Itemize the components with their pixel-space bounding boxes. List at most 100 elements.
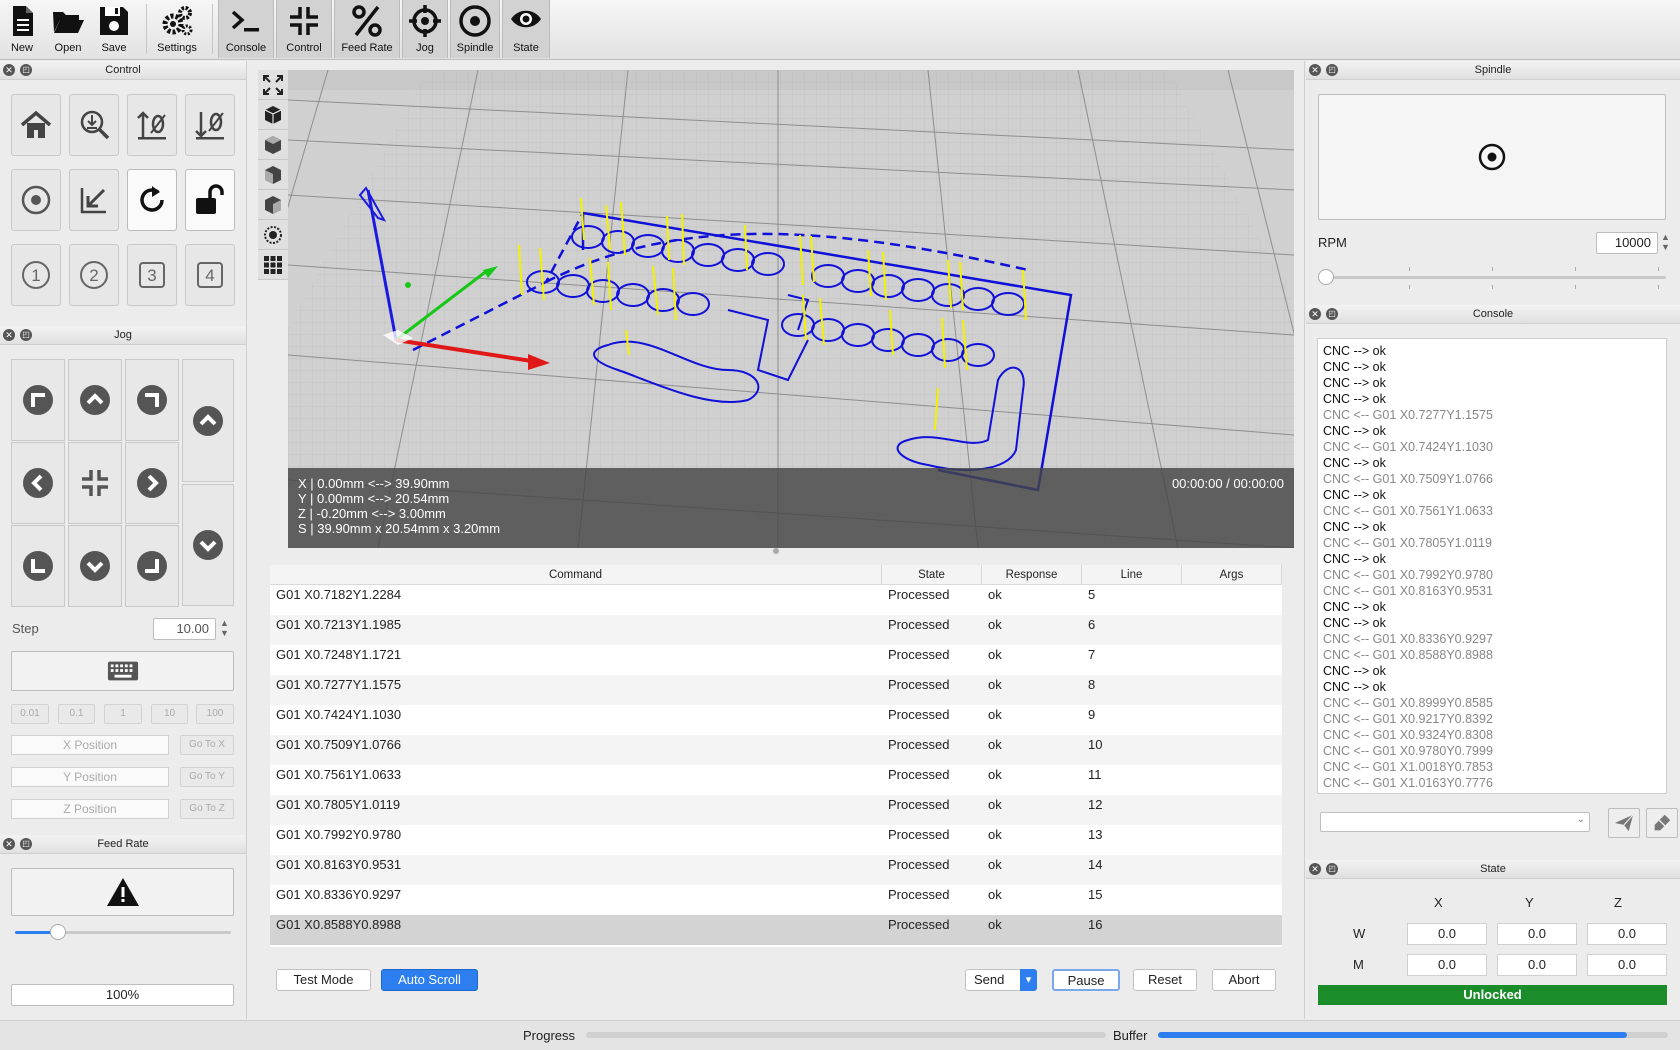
save-button[interactable]: Save [92,0,136,58]
step-preset-10[interactable]: 10 [151,704,188,724]
keyboard-jog-button[interactable] [11,651,234,691]
close-icon[interactable]: ✕ [1309,64,1321,76]
chevron-down-icon[interactable]: ⌄ [1577,814,1585,825]
jog-up-button[interactable] [68,359,122,441]
table-row[interactable]: G01 X0.7277Y1.1575 Processed ok 8 [270,675,1282,705]
step-spinner-icon[interactable]: ▲ ▼ [220,618,229,638]
zero-z-up-button[interactable] [127,94,177,156]
left-splitter[interactable] [246,61,247,1019]
table-row[interactable]: G01 X0.7561Y1.0633 Processed ok 11 [270,765,1282,795]
new-button[interactable]: New [2,0,42,58]
column-header-response[interactable]: Response [982,565,1082,585]
x-position-input[interactable]: X Position [11,735,169,755]
toggle-grid-button[interactable] [258,250,288,280]
spindle-toggle-area[interactable] [1318,94,1666,220]
float-icon[interactable]: ◰ [1326,863,1338,875]
probe-button[interactable] [69,94,119,156]
reset-program-button[interactable]: Reset [1133,969,1197,991]
pause-button[interactable]: Pause [1052,969,1120,991]
spindle-toggle-button[interactable]: Spindle [450,0,500,58]
zero-z-down-button[interactable] [185,94,235,156]
feed-rate-toggle-button[interactable]: Feed Rate [334,0,400,58]
table-row[interactable]: G01 X0.7509Y1.0766 Processed ok 10 [270,735,1282,765]
console-command-input[interactable]: ⌄ [1320,812,1590,832]
goto-x-button[interactable]: Go To X [180,735,234,755]
close-icon[interactable]: ✕ [3,838,15,850]
jog-z-down-button[interactable] [182,484,234,606]
macro-2-button[interactable]: 2 [69,244,119,306]
send-dropdown-chevron-icon[interactable]: ▾ [1020,969,1037,991]
jog-z-up-button[interactable] [182,359,234,482]
step-preset-100[interactable]: 100 [196,704,234,724]
left-view-button[interactable] [258,190,288,220]
table-row[interactable]: G01 X0.8588Y0.8988 Processed ok 16 [270,915,1282,945]
viewport-splitter-handle[interactable] [773,548,779,554]
float-icon[interactable]: ◰ [20,329,32,341]
macro-1-button[interactable]: 1 [11,244,61,306]
unlock-button[interactable] [185,169,235,231]
auto-scroll-button[interactable]: Auto Scroll [381,969,478,991]
table-row[interactable]: G01 X0.7992Y0.9780 Processed ok 13 [270,825,1282,855]
home-button[interactable] [11,94,61,156]
table-row[interactable]: G01 X0.7248Y1.1721 Processed ok 7 [270,645,1282,675]
iso-view-button[interactable] [258,100,288,130]
table-row[interactable]: G01 X0.7805Y1.0119 Processed ok 12 [270,795,1282,825]
rpm-input[interactable]: 10000 [1596,232,1658,254]
right-splitter[interactable] [1304,61,1305,1019]
table-row[interactable]: G01 X0.8163Y0.9531 Processed ok 14 [270,855,1282,885]
table-row[interactable]: G01 X0.7424Y1.1030 Processed ok 9 [270,705,1282,735]
spindle-center-button[interactable] [11,169,61,231]
feed-slider-handle[interactable] [50,924,67,940]
state-toggle-button[interactable]: State [502,0,550,58]
jog-up-left-button[interactable] [11,359,65,441]
jog-down-right-button[interactable] [125,525,179,607]
table-row[interactable]: G01 X0.7213Y1.1985 Processed ok 6 [270,615,1282,645]
toggle-tool-button[interactable] [258,220,288,250]
step-preset-0.1[interactable]: 0.1 [58,704,95,724]
control-toggle-button[interactable]: Control [276,0,332,58]
float-icon[interactable]: ◰ [1326,308,1338,320]
column-header-args[interactable]: Args [1182,565,1282,585]
step-preset-0.01[interactable]: 0.01 [11,704,49,724]
jog-down-left-button[interactable] [11,525,65,607]
y-position-input[interactable]: Y Position [11,767,169,787]
jog-down-button[interactable] [68,525,122,607]
top-view-button[interactable] [258,130,288,160]
test-mode-button[interactable]: Test Mode [276,969,371,991]
restore-origin-button[interactable] [69,169,119,231]
step-input[interactable]: 10.00 [153,618,216,640]
open-button[interactable]: Open [46,0,90,58]
front-view-button[interactable] [258,160,288,190]
close-icon[interactable]: ✕ [1309,863,1321,875]
z-position-input[interactable]: Z Position [11,799,169,819]
feed-slider-track[interactable] [15,924,231,940]
clear-console-button[interactable] [1646,808,1678,838]
column-header-state[interactable]: State [882,565,982,585]
close-icon[interactable]: ✕ [3,64,15,76]
console-output[interactable]: CNC --> ok CNC --> ok CNC --> ok CNC --> ok… [1317,338,1667,794]
macro-4-button[interactable]: 4 [185,244,235,306]
abort-button[interactable]: Abort [1212,969,1276,991]
send-button[interactable]: Send [965,969,1023,991]
goto-y-button[interactable]: Go To Y [180,767,234,787]
gcode-3d-viewport[interactable]: X | 0.00mm <--> 39.90mm Y | 0.00mm <--> … [288,70,1294,548]
jog-center-button[interactable] [68,442,122,524]
gcode-command-table[interactable]: Command State Response Line Args G01 X0.… [270,565,1282,947]
fit-view-button[interactable] [258,70,288,100]
close-icon[interactable]: ✕ [3,329,15,341]
jog-toggle-button[interactable]: Jog [402,0,448,58]
step-preset-1[interactable]: 1 [104,704,142,724]
float-icon[interactable]: ◰ [20,64,32,76]
table-row[interactable]: G01 X0.7182Y1.2284 Processed ok 5 [270,585,1282,615]
macro-3-button[interactable]: 3 [127,244,177,306]
console-toggle-button[interactable]: Console [218,0,274,58]
close-icon[interactable]: ✕ [1309,308,1321,320]
float-icon[interactable]: ◰ [1326,64,1338,76]
jog-right-button[interactable] [125,442,179,524]
feed-override-button[interactable] [11,868,234,916]
table-row[interactable]: G01 X0.8336Y0.9297 Processed ok 15 [270,885,1282,915]
reset-button[interactable] [127,169,177,231]
column-header-command[interactable]: Command [270,565,882,585]
goto-z-button[interactable]: Go To Z [180,799,234,819]
float-icon[interactable]: ◰ [20,838,32,850]
